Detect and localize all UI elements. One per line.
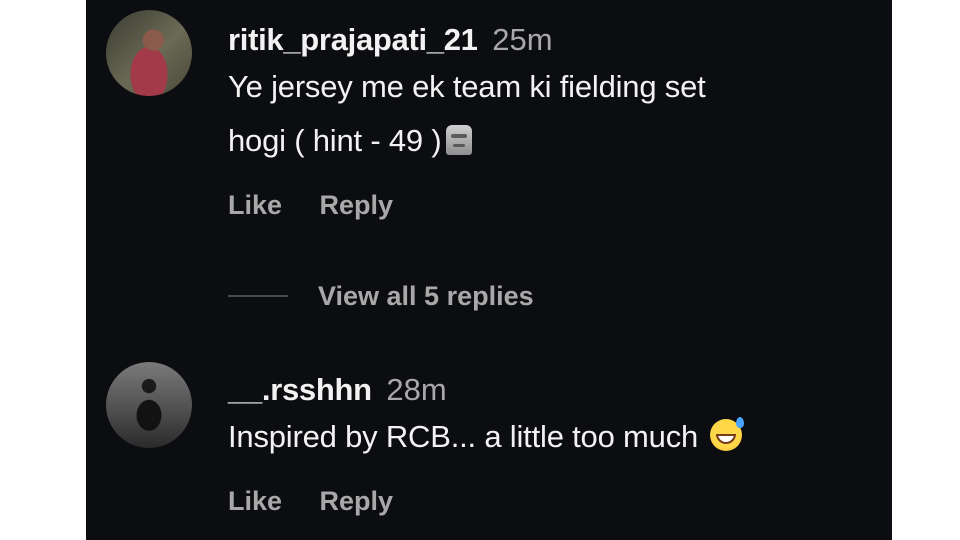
moai-icon bbox=[445, 125, 472, 155]
comment-actions: Like Reply bbox=[228, 486, 872, 517]
comment-text-fragment: hogi ( hint - 49 ) bbox=[228, 123, 442, 158]
comments-panel: ritik_prajapati_21 25m Ye jersey me ek t… bbox=[86, 0, 892, 540]
reply-button[interactable]: Reply bbox=[320, 486, 394, 516]
username[interactable]: __.rsshhn bbox=[228, 372, 372, 407]
grinning-sweat-icon bbox=[710, 417, 745, 451]
comment-header: __.rsshhn 28m bbox=[228, 370, 872, 410]
comment-text: Inspired by RCB... a little too much bbox=[228, 410, 872, 464]
comment-text-line: Inspired by RCB... a little too much bbox=[228, 410, 872, 464]
like-button[interactable]: Like bbox=[228, 486, 282, 516]
reply-button[interactable]: Reply bbox=[320, 190, 394, 220]
comment-text-line: Ye jersey me ek team ki fielding set bbox=[228, 69, 706, 104]
view-replies-row[interactable]: View all 5 replies bbox=[228, 278, 534, 314]
timestamp: 28m bbox=[386, 372, 447, 407]
comment-actions: Like Reply bbox=[228, 190, 872, 221]
username[interactable]: ritik_prajapati_21 bbox=[228, 22, 478, 57]
avatar[interactable] bbox=[106, 362, 192, 448]
comment-header: ritik_prajapati_21 25m bbox=[228, 20, 872, 60]
like-button[interactable]: Like bbox=[228, 190, 282, 220]
comment-body: ritik_prajapati_21 25m Ye jersey me ek t… bbox=[228, 20, 872, 221]
replies-divider bbox=[228, 295, 288, 297]
comment-text-line: hogi ( hint - 49 ) bbox=[228, 114, 872, 168]
comment-text-fragment: Inspired by RCB... a little too much bbox=[228, 419, 699, 454]
timestamp: 25m bbox=[492, 22, 553, 57]
view-replies-button[interactable]: View all 5 replies bbox=[318, 281, 534, 312]
avatar[interactable] bbox=[106, 10, 192, 96]
comment-body: __.rsshhn 28m Inspired by RCB... a littl… bbox=[228, 370, 872, 517]
comment-text: Ye jersey me ek team ki fielding set hog… bbox=[228, 60, 872, 168]
